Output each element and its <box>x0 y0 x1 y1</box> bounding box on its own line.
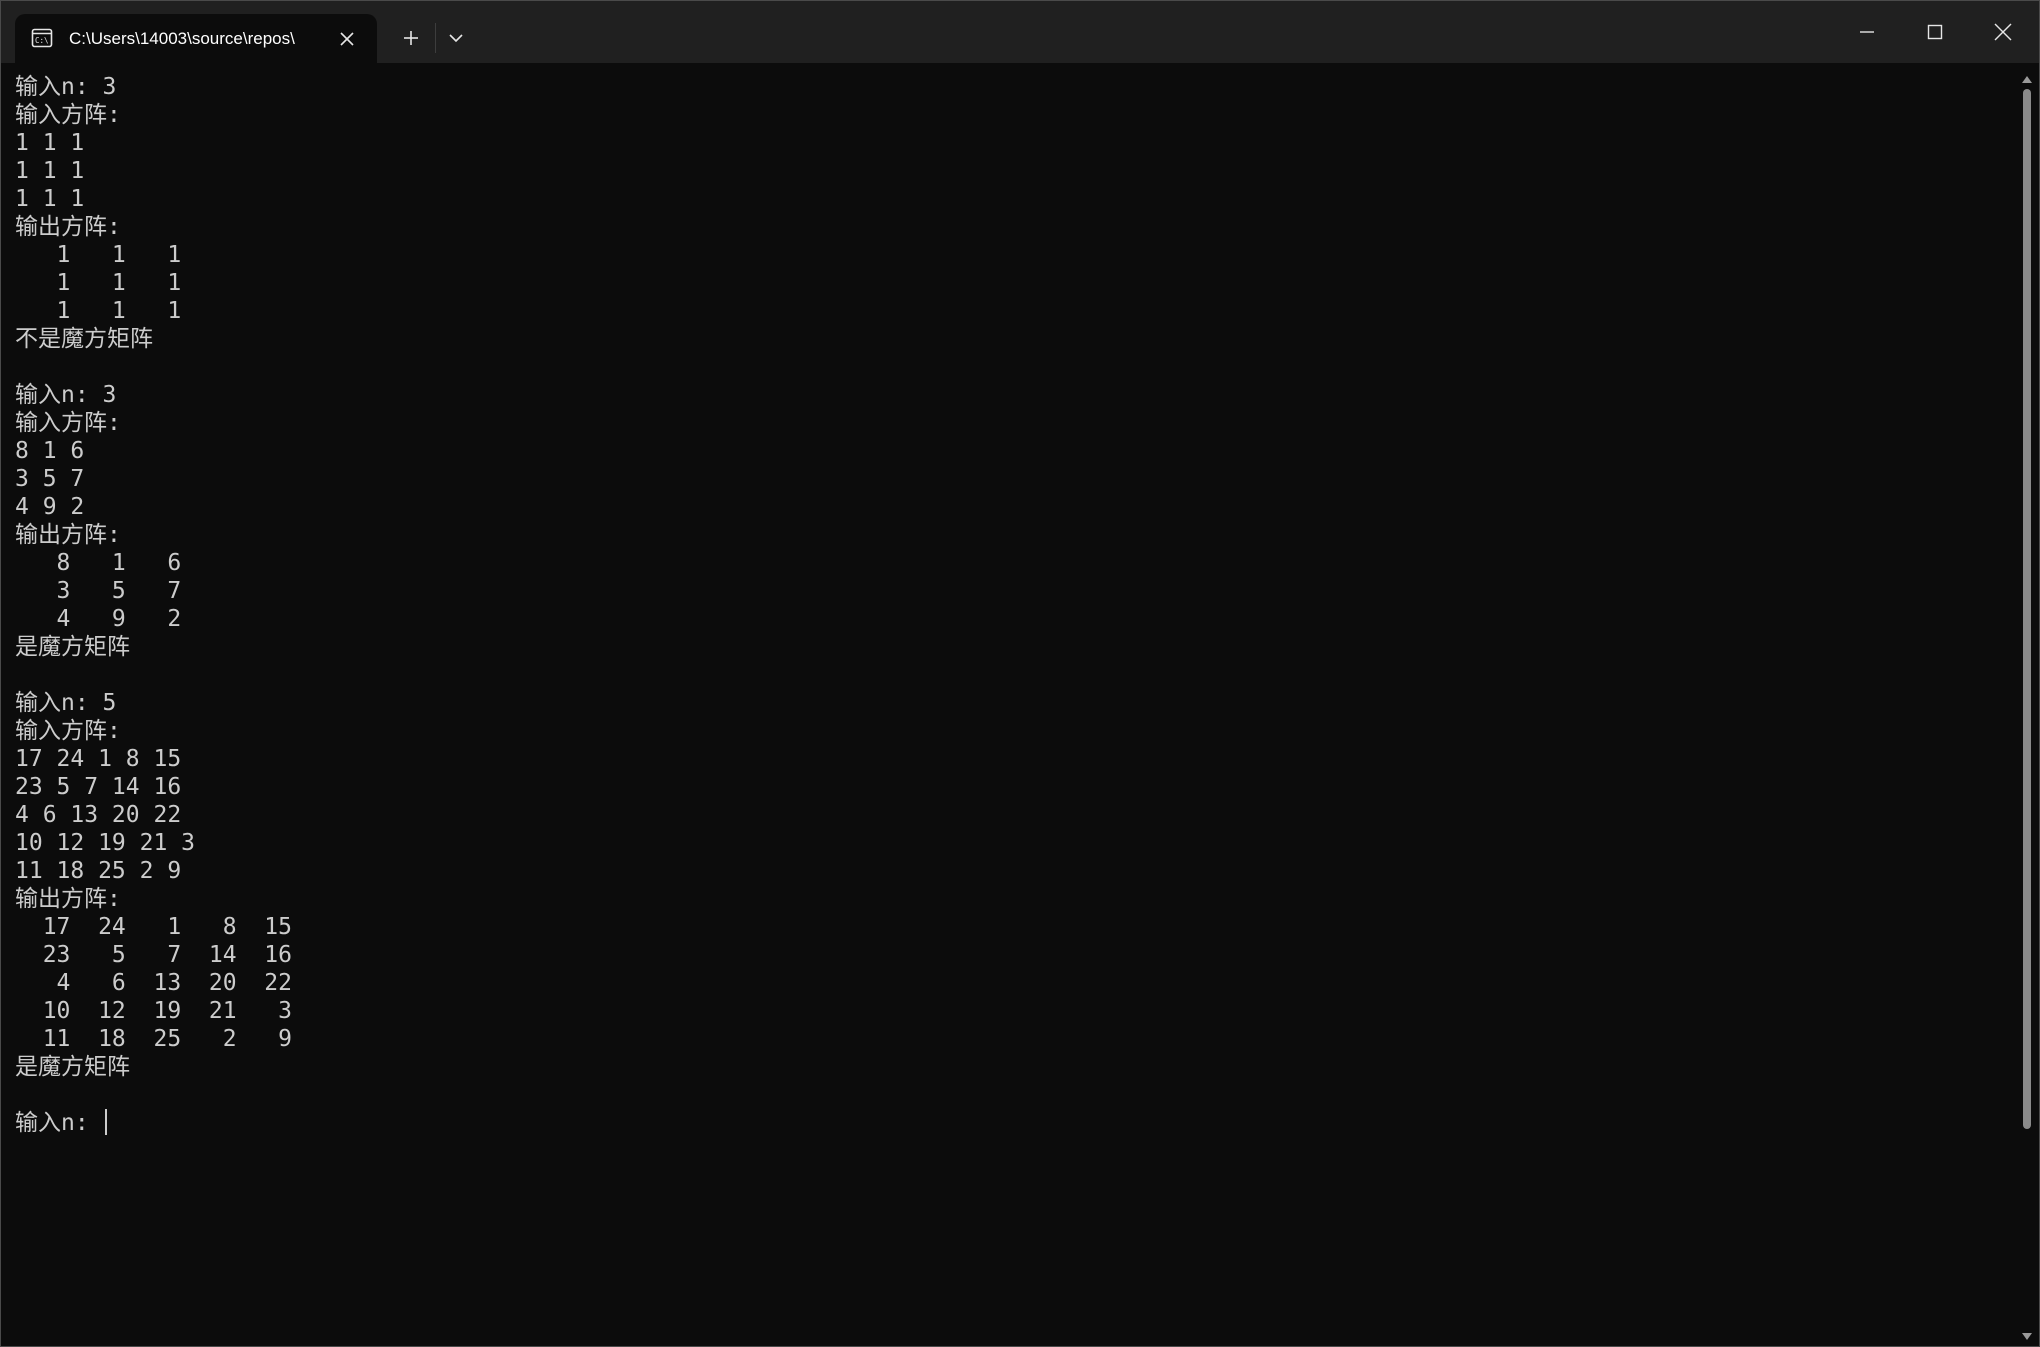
terminal-line: 输出方阵: <box>15 214 121 240</box>
terminal-output[interactable]: 输入n: 3 输入方阵: 1 1 11 1 11 1 1 输出方阵: 1 1 1 1 … <box>15 73 2011 1341</box>
terminal-line: 4 6 13 20 22 <box>15 802 182 828</box>
minimize-icon[interactable] <box>1833 1 1901 63</box>
terminal-line: 是魔方矩阵 <box>15 634 130 660</box>
tab-separator <box>435 23 436 53</box>
terminal-line: 3 5 7 <box>15 578 182 604</box>
terminal-line: 输出方阵: <box>15 886 121 912</box>
terminal-line: 是魔方矩阵 <box>15 1054 130 1080</box>
terminal-icon: C:\ <box>31 27 53 49</box>
text-cursor <box>104 1109 107 1135</box>
terminal-line: 输入方阵: <box>15 718 121 744</box>
terminal-line: 输入方阵: <box>15 410 121 436</box>
terminal-line: 23 5 7 14 16 <box>15 774 182 800</box>
terminal-line: 23 5 7 14 16 <box>15 942 292 968</box>
terminal-line: 17 24 1 8 15 <box>15 914 292 940</box>
plus-icon[interactable] <box>393 21 429 55</box>
maximize-icon[interactable] <box>1901 1 1969 63</box>
terminal-line: 17 24 1 8 15 <box>15 746 182 772</box>
terminal-line: 1 1 1 <box>15 270 182 296</box>
close-icon[interactable] <box>333 25 361 53</box>
terminal-line: 11 18 25 2 9 <box>15 858 182 884</box>
terminal-line: 10 12 19 21 3 <box>15 998 292 1024</box>
tab-title: C:\Users\14003\source\repos\ <box>69 29 295 48</box>
prompt-line[interactable]: 输入n: <box>15 1109 2011 1137</box>
terminal-line: 输入n: 5 <box>15 690 117 716</box>
terminal-line: 11 18 25 2 9 <box>15 1026 292 1052</box>
terminal-line: 8 1 6 <box>15 550 182 576</box>
terminal-line: 4 6 13 20 22 <box>15 970 292 996</box>
tab-active[interactable]: C:\ C:\Users\14003\source\repos\ <box>15 14 377 63</box>
svg-text:C:\: C:\ <box>35 36 49 45</box>
terminal-lines: 输入n: 3 输入方阵: 1 1 11 1 11 1 1 输出方阵: 1 1 1 1 … <box>15 73 2011 1109</box>
terminal-window: C:\ C:\Users\14003\source\repos\ 输入n: 3 … <box>0 0 2040 1347</box>
terminal-line: 1 1 1 <box>15 186 85 212</box>
scrollbar-thumb[interactable] <box>2023 89 2031 1129</box>
terminal-line: 输出方阵: <box>15 522 121 548</box>
close-icon[interactable] <box>1969 1 2037 63</box>
scroll-up-icon[interactable] <box>2021 71 2033 83</box>
terminal-line: 8 1 6 <box>15 438 85 464</box>
terminal-line: 1 1 1 <box>15 242 182 268</box>
terminal-line: 4 9 2 <box>15 606 182 632</box>
terminal-line: 1 1 1 <box>15 158 85 184</box>
prompt-text: 输入n: <box>15 1110 103 1136</box>
vertical-scrollbar[interactable] <box>2017 67 2037 1343</box>
terminal-line: 输入方阵: <box>15 102 121 128</box>
terminal-line: 输入n: 3 <box>15 382 117 408</box>
terminal-line: 10 12 19 21 3 <box>15 830 196 856</box>
title-bar[interactable]: C:\ C:\Users\14003\source\repos\ <box>1 1 2039 63</box>
chevron-down-icon[interactable] <box>439 21 473 55</box>
terminal-line: 3 5 7 <box>15 466 85 492</box>
scroll-down-icon[interactable] <box>2021 1327 2033 1340</box>
terminal-line: 不是魔方矩阵 <box>15 326 153 352</box>
terminal-line: 1 1 1 <box>15 298 182 324</box>
terminal-line: 1 1 1 <box>15 130 85 156</box>
terminal-line: 4 9 2 <box>15 494 85 520</box>
terminal-line: 输入n: 3 <box>15 74 117 100</box>
